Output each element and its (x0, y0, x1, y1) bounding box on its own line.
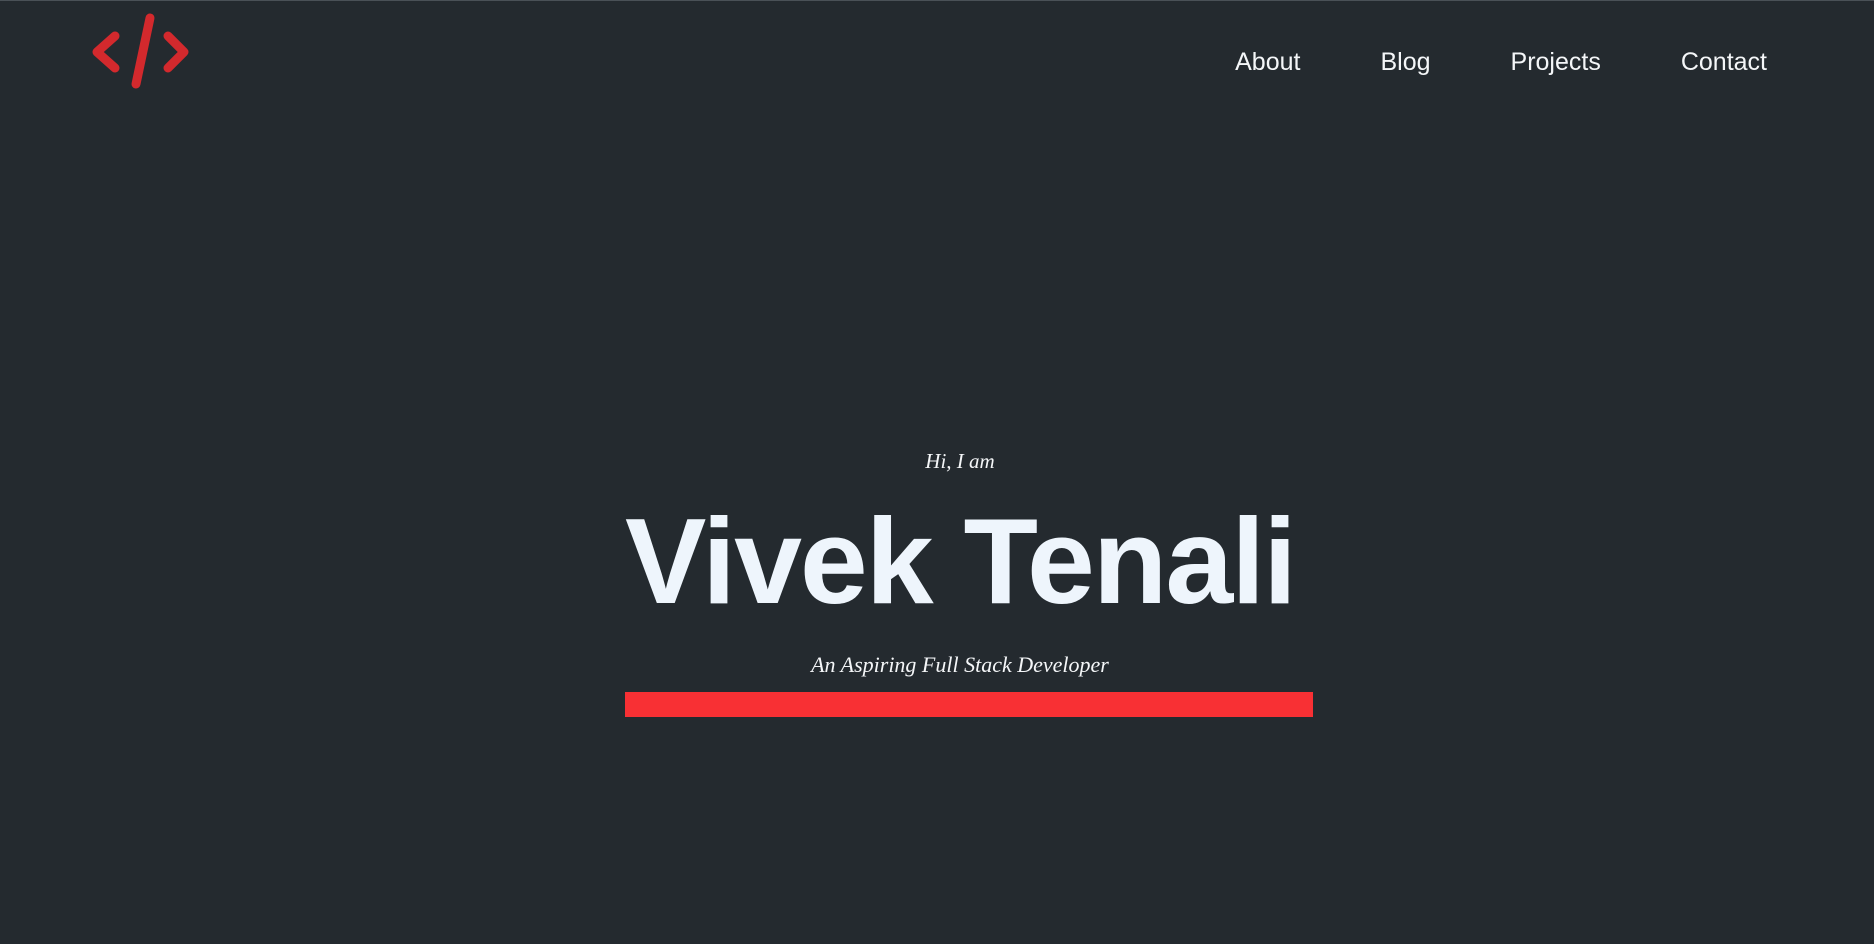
hero-section: Hi, I am Vivek Tenali An Aspiring Full S… (0, 0, 1874, 944)
hero-greeting: Hi, I am (925, 449, 995, 473)
hero-tagline: An Aspiring Full Stack Developer (811, 652, 1109, 677)
accent-bar (625, 692, 1313, 717)
hero-name: Vivek Tenali (625, 493, 1297, 629)
